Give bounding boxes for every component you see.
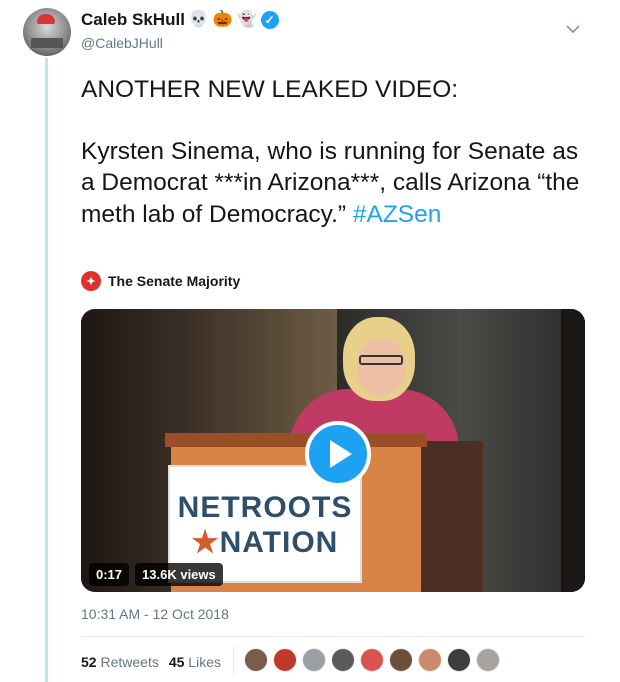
liker-avatar[interactable] [447, 648, 471, 672]
podium-side [411, 441, 483, 592]
speaker-glasses [359, 355, 403, 365]
chevron-down-icon-svg [566, 24, 580, 33]
retweets-label: Retweets [100, 654, 159, 670]
tweet-headline: ANOTHER NEW LEAKED VIDEO: [81, 76, 459, 103]
author-handle[interactable]: @CalebJHull [81, 35, 163, 51]
tweet-text: ANOTHER NEW LEAKED VIDEO: Kyrsten Sinema… [81, 74, 581, 230]
play-button[interactable] [305, 421, 371, 487]
tweet-timestamp[interactable]: 10:31 AM - 12 Oct 2018 [81, 606, 229, 622]
divider [81, 636, 585, 637]
attribution-source[interactable]: The Senate Majority [108, 273, 240, 289]
hashtag-link[interactable]: #AZSen [353, 201, 442, 228]
santa-hat-decoration [37, 14, 55, 24]
verified-icon: ✓ [260, 11, 279, 29]
likes-label: Likes [188, 654, 221, 670]
retweets-stat[interactable]: 52 Retweets [81, 654, 159, 670]
video-player[interactable]: NETROOTS ★NATION 0:17 13.6K views [81, 309, 585, 592]
liker-avatar[interactable] [476, 648, 500, 672]
author-name[interactable]: Caleb SkHull [81, 10, 185, 30]
liker-avatar[interactable] [273, 648, 297, 672]
video-views: 13.6K views [135, 563, 223, 586]
chevron-down-icon[interactable] [566, 22, 580, 36]
tweet-body: Kyrsten Sinema, who is running for Senat… [81, 136, 581, 231]
liker-avatar[interactable] [244, 648, 268, 672]
stats-divider [233, 646, 234, 676]
podium-top [165, 433, 427, 447]
pumpkin-emoji: 🎃 [212, 11, 233, 28]
likes-stat[interactable]: 45 Likes [169, 654, 221, 670]
tweet-body-text: Kyrsten Sinema, who is running for Senat… [81, 137, 580, 228]
video-curtain [561, 309, 585, 592]
likes-count: 45 [168, 654, 185, 670]
liker-avatar[interactable] [331, 648, 355, 672]
speaker-face [357, 339, 405, 395]
star-icon: ★ [191, 526, 220, 559]
sign-line-2: ★NATION [170, 525, 360, 560]
desk-decoration [31, 38, 63, 48]
video-duration: 0:17 [89, 563, 130, 586]
liker-avatar[interactable] [418, 648, 442, 672]
liker-avatar[interactable] [360, 648, 384, 672]
ghost-emoji: 👻 [236, 11, 257, 28]
liker-avatar[interactable] [302, 648, 326, 672]
sign-line-2-text: NATION [219, 526, 339, 559]
retweets-count: 52 [81, 654, 97, 670]
senate-majority-logo-icon: ✦ [81, 271, 101, 291]
video-badges: 0:17 13.6K views [89, 563, 223, 586]
sign-line-1: NETROOTS [177, 491, 353, 524]
author-header: Caleb SkHull 💀 🎃 👻 ✓ [81, 10, 279, 30]
thread-line [45, 58, 48, 682]
skull-emoji: 💀 [188, 11, 209, 28]
liker-avatar[interactable] [389, 648, 413, 672]
media-attribution[interactable]: ✦ The Senate Majority [81, 271, 240, 291]
tweet-stats: 52 Retweets 45 Likes [81, 654, 221, 670]
liker-avatars [244, 648, 500, 672]
avatar[interactable] [23, 8, 71, 56]
